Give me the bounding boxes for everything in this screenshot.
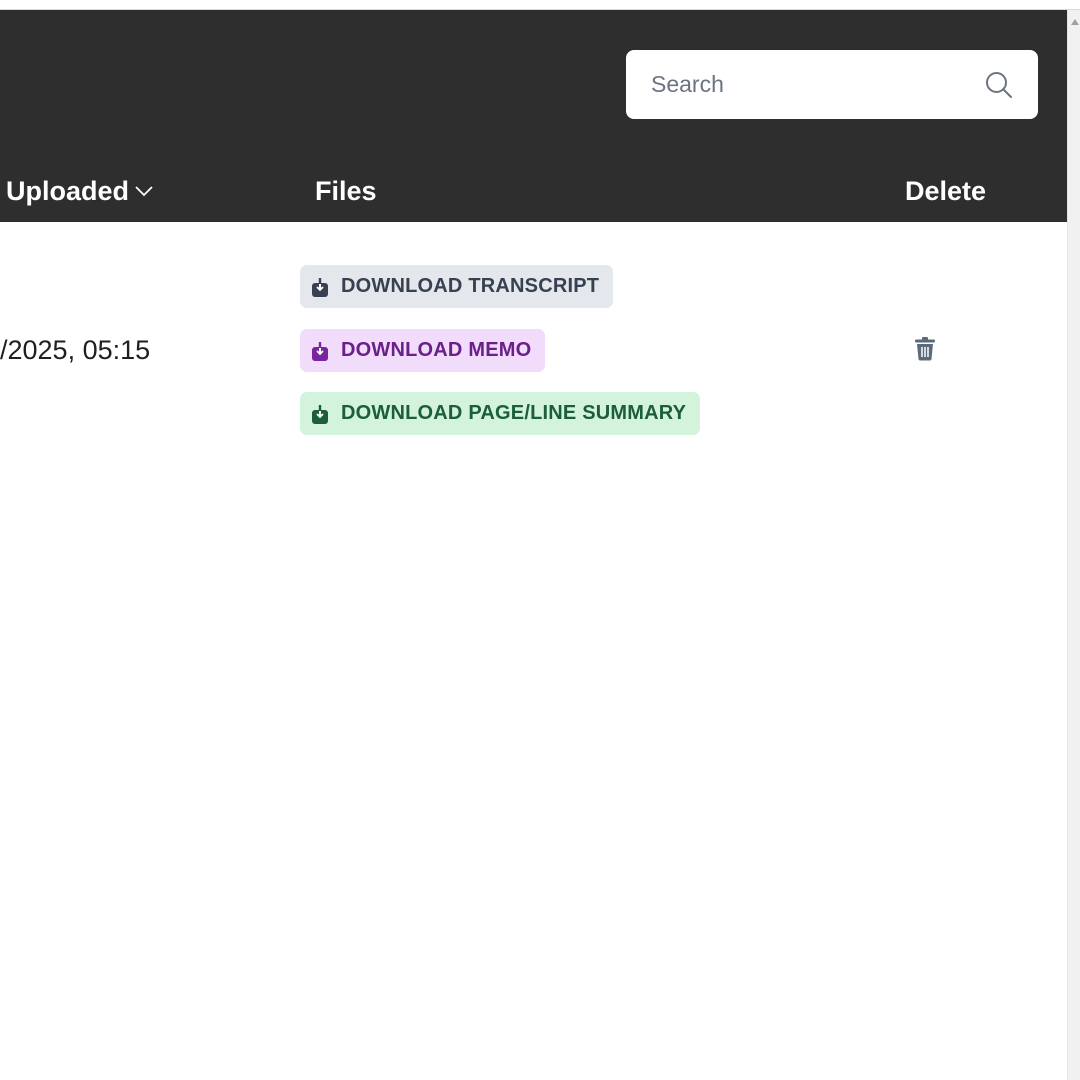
download-summary-button[interactable]: DOWNLOAD PAGE/LINE SUMMARY xyxy=(300,392,701,435)
column-header-uploaded-label: Uploaded xyxy=(6,176,130,206)
column-header-files: Files xyxy=(315,176,377,206)
delete-button[interactable] xyxy=(913,336,937,366)
search-box[interactable] xyxy=(626,50,1038,119)
search-icon[interactable] xyxy=(982,68,1016,102)
download-transcript-label: DOWNLOAD TRANSCRIPT xyxy=(341,275,600,297)
download-icon xyxy=(311,340,329,362)
uploaded-date: /2025, 05:15 xyxy=(0,335,151,365)
trash-icon[interactable] xyxy=(914,336,936,366)
vertical-scrollbar[interactable] xyxy=(1067,10,1080,1080)
top-border xyxy=(0,0,1080,10)
table-header: Uploaded Files Delete xyxy=(0,10,1067,222)
download-transcript-button[interactable]: DOWNLOAD TRANSCRIPT xyxy=(300,265,614,308)
column-header-delete: Delete xyxy=(905,176,987,206)
download-icon xyxy=(311,403,329,425)
download-memo-button[interactable]: DOWNLOAD MEMO xyxy=(300,329,546,372)
search-input[interactable] xyxy=(651,71,982,98)
download-icon xyxy=(311,276,329,298)
download-memo-label: DOWNLOAD MEMO xyxy=(341,339,532,361)
download-summary-label: DOWNLOAD PAGE/LINE SUMMARY xyxy=(341,402,687,424)
column-header-uploaded[interactable]: Uploaded xyxy=(6,174,154,208)
scroll-up-arrow-icon[interactable] xyxy=(1068,16,1080,28)
chevron-down-icon[interactable] xyxy=(134,184,154,198)
